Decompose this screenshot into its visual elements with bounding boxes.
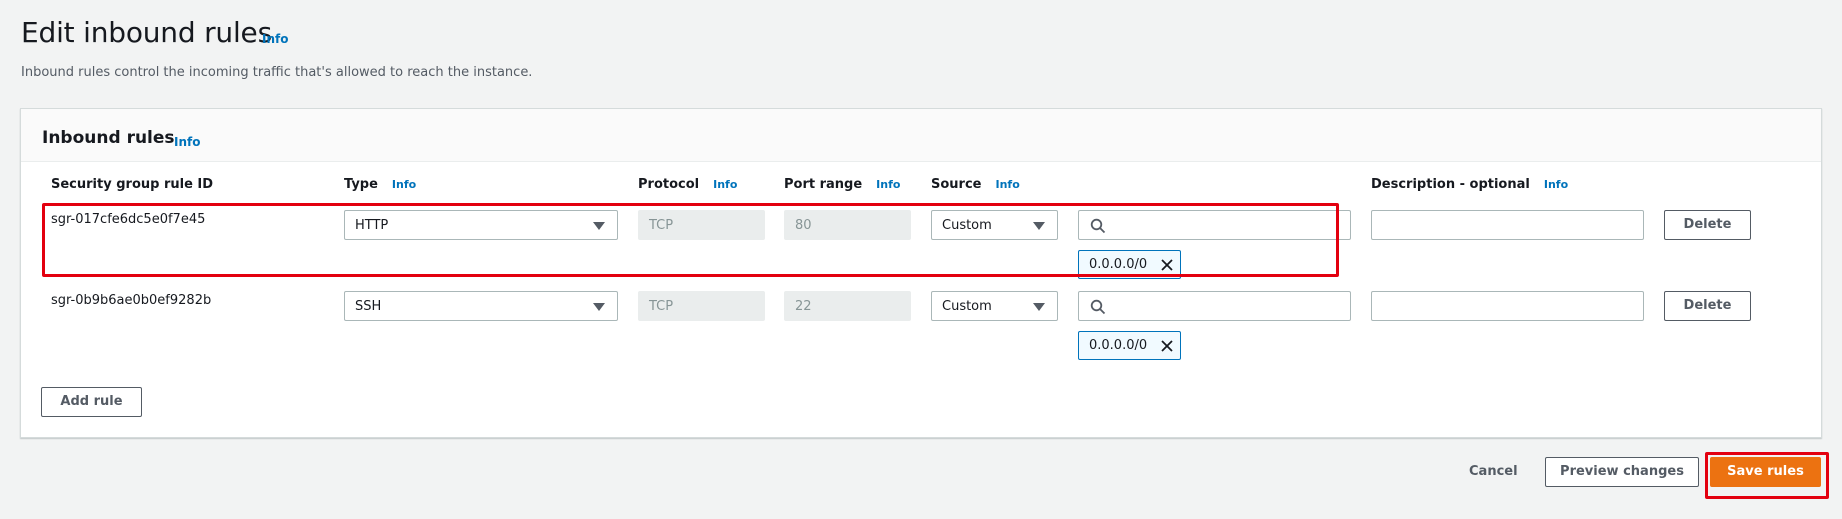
- cidr-token-1: 0.0.0.0/0: [1078, 250, 1181, 279]
- delete-rule-button-2[interactable]: Delete: [1664, 291, 1751, 321]
- caret-down-icon: [593, 222, 605, 230]
- page-title-info-link[interactable]: Info: [262, 32, 288, 46]
- column-header-description: Description - optional Info: [1371, 177, 1569, 192]
- port-range-input-1: 80: [784, 210, 911, 240]
- port-range-input-2: 22: [784, 291, 911, 321]
- save-rules-button[interactable]: Save rules: [1710, 457, 1821, 487]
- column-header-protocol: Protocol Info: [638, 177, 738, 192]
- close-icon[interactable]: [1160, 339, 1174, 357]
- source-select-1[interactable]: Custom: [931, 210, 1058, 240]
- source-cidr-search-2[interactable]: [1078, 291, 1351, 321]
- source-select-2-value: Custom: [942, 299, 992, 314]
- port-range-info-link[interactable]: Info: [876, 178, 900, 191]
- search-icon: [1090, 299, 1106, 315]
- inbound-rules-panel: Inbound rules Info Security group rule I…: [20, 108, 1822, 438]
- source-info-link[interactable]: Info: [995, 178, 1019, 191]
- delete-rule-button-1[interactable]: Delete: [1664, 210, 1751, 240]
- cancel-button[interactable]: Cancel: [1469, 464, 1518, 479]
- panel-info-link[interactable]: Info: [174, 135, 200, 149]
- page-description: Inbound rules control the incoming traff…: [21, 65, 533, 80]
- description-info-link[interactable]: Info: [1544, 178, 1568, 191]
- rule-id-2: sgr-0b9b6ae0b0ef9282b: [51, 293, 212, 308]
- column-header-rule-id: Security group rule ID: [51, 177, 214, 192]
- type-select-2-value: SSH: [355, 299, 382, 314]
- rule-id-1: sgr-017cfe6dc5e0f7e45: [51, 212, 206, 227]
- close-icon[interactable]: [1160, 258, 1174, 276]
- protocol-input-1: TCP: [638, 210, 765, 240]
- column-header-port-range: Port range Info: [784, 177, 901, 192]
- add-rule-button[interactable]: Add rule: [41, 387, 142, 417]
- type-info-link[interactable]: Info: [392, 178, 416, 191]
- search-icon: [1090, 218, 1106, 234]
- preview-changes-button[interactable]: Preview changes: [1545, 457, 1699, 487]
- cidr-token-1-label: 0.0.0.0/0: [1089, 257, 1148, 272]
- protocol-info-link[interactable]: Info: [713, 178, 737, 191]
- type-select-2[interactable]: SSH: [344, 291, 618, 321]
- page-title: Edit inbound rules: [21, 16, 272, 49]
- description-input-2[interactable]: [1371, 291, 1644, 321]
- column-header-type: Type Info: [344, 177, 417, 192]
- description-input-1[interactable]: [1371, 210, 1644, 240]
- type-select-1-value: HTTP: [355, 218, 389, 233]
- cidr-token-2-label: 0.0.0.0/0: [1089, 338, 1148, 353]
- cidr-token-2: 0.0.0.0/0: [1078, 331, 1181, 360]
- source-select-1-value: Custom: [942, 218, 992, 233]
- type-select-1[interactable]: HTTP: [344, 210, 618, 240]
- panel-header: Inbound rules Info: [21, 109, 1821, 162]
- caret-down-icon: [1033, 222, 1045, 230]
- caret-down-icon: [1033, 303, 1045, 311]
- source-select-2[interactable]: Custom: [931, 291, 1058, 321]
- column-header-source: Source Info: [931, 177, 1020, 192]
- protocol-input-2: TCP: [638, 291, 765, 321]
- panel-title: Inbound rules: [42, 128, 175, 148]
- source-cidr-search-1[interactable]: [1078, 210, 1351, 240]
- caret-down-icon: [593, 303, 605, 311]
